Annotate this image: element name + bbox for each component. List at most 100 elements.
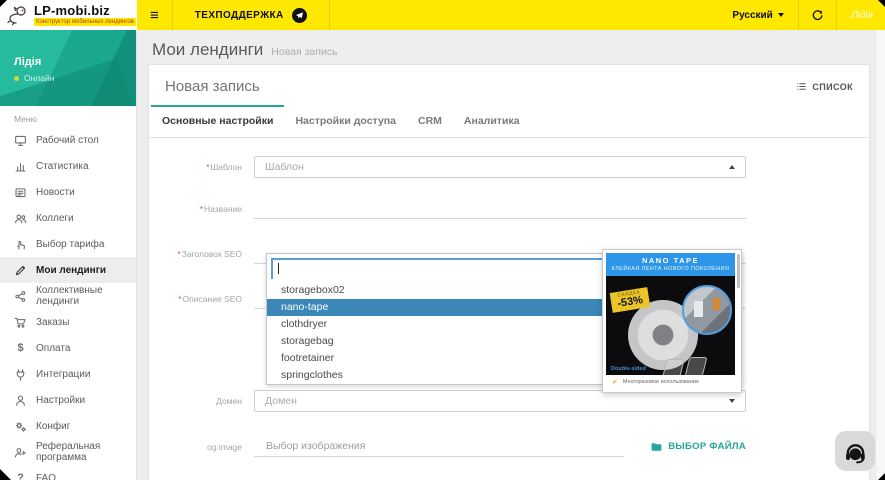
check-icon: ✔ [612, 379, 618, 386]
cart-icon [14, 317, 26, 328]
list-icon [797, 83, 807, 90]
tech-support-link[interactable]: ТЕХПОДДЕРЖКА [171, 0, 330, 30]
language-dropdown[interactable]: Русский [718, 0, 797, 30]
choose-file-button[interactable]: ВЫБОР ФАЙЛА [650, 441, 746, 453]
share-icon [15, 290, 26, 302]
record-form: *Шаблон Шаблон *Название *Заголовок SEO … [149, 138, 869, 468]
sidebar-item-orders[interactable]: Заказы [0, 309, 136, 335]
page-header: Мои лендинги Новая запись [152, 40, 338, 60]
user-icon [16, 395, 25, 406]
chevron-down-icon [729, 399, 735, 403]
preview-note: Double-sided [611, 366, 646, 372]
frame-corner [0, 0, 7, 7]
sidebar-item-integrations[interactable]: Интеграции [0, 361, 136, 387]
list-button[interactable]: СПИСОК [796, 81, 853, 92]
sidebar-item-my-landings[interactable]: Мои лендинги [0, 257, 136, 283]
chevron-up-icon [729, 165, 735, 169]
refresh-button[interactable] [797, 0, 836, 30]
name-input[interactable] [254, 198, 746, 219]
users-icon [15, 214, 27, 223]
og-image-label: og:image [207, 441, 242, 452]
language-label: Русский [732, 9, 773, 21]
og-image-input[interactable] [254, 436, 625, 457]
logo-title: LP-mobi.biz [34, 3, 110, 18]
support-label: ТЕХПОДДЕРЖКА [194, 9, 284, 21]
sidebar-item-statistics[interactable]: Статистика [0, 153, 136, 179]
hand-pointer-icon [17, 240, 25, 249]
frame-corner [878, 0, 885, 7]
hamburger-icon: ≡ [150, 6, 159, 24]
template-label: *Шаблон [206, 162, 242, 172]
sidebar-item-news[interactable]: Новости [0, 179, 136, 205]
tab-bar: Основные настройки Настройки доступа CRM… [149, 105, 869, 138]
record-card: Новая запись СПИСОК Основные настройки Н… [148, 64, 870, 480]
name-label: *Название [199, 203, 242, 214]
frame-corner [0, 469, 11, 480]
template-select[interactable]: Шаблон [254, 156, 746, 178]
breadcrumb: Новая запись [271, 46, 338, 58]
template-preview-image: NANO TAPE КЛЕЙКАЯ ЛЕНТА НОВОГО ПОКОЛЕНИЯ… [606, 253, 735, 389]
preview-subtitle: КЛЕЙКАЯ ЛЕНТА НОВОГО ПОКОЛЕНИЯ [611, 266, 730, 272]
dog-mascot-icon [7, 6, 26, 26]
preview-scrollbar[interactable] [737, 254, 740, 288]
sidebar: Лідія Онлайн Меню Рабочий стол Статистик… [0, 30, 137, 480]
support-chat-button[interactable] [835, 431, 875, 471]
folder-icon [651, 442, 662, 451]
refresh-icon [812, 9, 823, 20]
sidebar-item-settings[interactable]: Настройки [0, 387, 136, 413]
chevron-down-icon [777, 13, 784, 17]
landing-pen-icon [15, 265, 26, 275]
tab-analytics[interactable]: Аналитика [453, 105, 531, 137]
plug-icon [16, 368, 25, 381]
sidebar-item-desktop[interactable]: Рабочий стол [0, 127, 136, 153]
og-image-row: og:image ВЫБОР ФАЙЛА [149, 436, 746, 457]
telegram-icon [291, 7, 307, 23]
user-plus-icon [14, 447, 26, 457]
sidebar-item-config[interactable]: Конфиг [0, 413, 136, 439]
tab-access-settings[interactable]: Настройки доступа [284, 105, 407, 137]
desktop-icon [15, 135, 26, 146]
page-title: Мои лендинги [152, 40, 264, 59]
bar-chart-icon [15, 162, 26, 171]
sidebar-item-referral[interactable]: Реферальная программа [0, 439, 136, 465]
topbar: ≡ ТЕХПОДДЕРЖКА Русский Лідія [137, 0, 885, 30]
headset-icon [846, 444, 865, 464]
online-status-dot [14, 75, 19, 81]
news-icon [15, 187, 26, 197]
sidebar-item-faq[interactable]: ? FAQ [0, 465, 136, 480]
dollar-icon: $ [17, 342, 24, 354]
text-cursor [278, 263, 279, 274]
domain-row: Домен Домен [149, 390, 746, 412]
app-logo[interactable]: LP-mobi.biz Конструктор мобильных лендин… [0, 0, 137, 30]
sidebar-item-tariff[interactable]: Выбор тарифа [0, 231, 136, 257]
sidebar-item-payment[interactable]: $ Оплата [0, 335, 136, 361]
preview-product-photo: СКИДКА -53% Double-sided [606, 276, 735, 375]
sidebar-item-colleagues[interactable]: Коллеги [0, 205, 136, 231]
username-label: Лідія [850, 9, 873, 21]
domain-select[interactable]: Домен [254, 390, 746, 412]
card-title: Новая запись [165, 78, 260, 95]
tab-main-settings[interactable]: Основные настройки [151, 105, 285, 137]
seo-desc-label: *Описание SEO [178, 293, 242, 304]
sidebar-user-panel: Лідія Онлайн [0, 30, 136, 106]
sidebar-toggle-button[interactable]: ≡ [137, 0, 172, 30]
sidebar-user-status: Онлайн [14, 73, 54, 83]
domain-label: Домен [216, 396, 242, 406]
tab-crm[interactable]: CRM [407, 105, 453, 137]
page-scrollbar[interactable] [875, 30, 885, 480]
question-icon: ? [17, 472, 24, 480]
usage-inset-photo [682, 285, 732, 335]
sidebar-user-name: Лідія [14, 56, 42, 68]
template-preview-popup: NANO TAPE КЛЕЙКАЯ ЛЕНТА НОВОГО ПОКОЛЕНИЯ… [602, 249, 742, 393]
preview-feature-row: ✔ Многоразовое использование [606, 375, 735, 389]
preview-title: NANO TAPE [641, 256, 700, 265]
logo-tagline: Конструктор мобильных лендингов [34, 18, 136, 26]
menu-section-label: Меню [14, 114, 37, 124]
name-row: *Название [149, 198, 746, 219]
sidebar-item-collective-landings[interactable]: Коллективные лендинги [0, 283, 136, 309]
template-row: *Шаблон Шаблон [149, 156, 746, 178]
seo-title-label: *Заголовок SEO [177, 248, 242, 259]
frame-corner [878, 473, 885, 480]
gears-icon [15, 421, 26, 432]
